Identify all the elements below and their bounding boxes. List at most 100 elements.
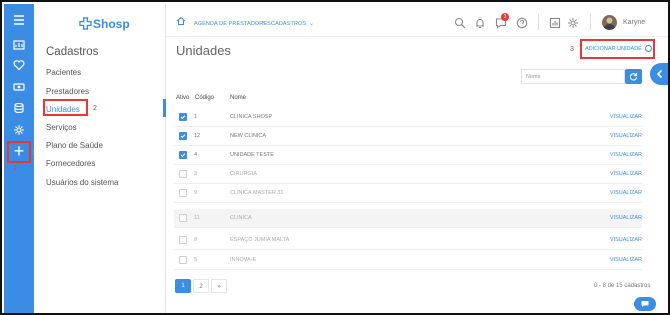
page-title: Unidades [176, 43, 231, 58]
home-icon[interactable] [176, 16, 186, 26]
menu-title: Cadastros [46, 46, 99, 58]
cell-code: 9 [194, 190, 198, 196]
table-row: 5 INNOVA-E Visualizar [174, 251, 642, 270]
view-link[interactable]: Visualizar [610, 133, 642, 139]
menu-item-servicos[interactable]: Serviços [46, 123, 77, 132]
view-link[interactable]: Visualizar [610, 114, 642, 120]
view-link[interactable]: Visualizar [610, 237, 642, 243]
table-row: 3 CIRURGIA Visualizar [174, 165, 642, 184]
cell-name: CIRURGIA [230, 171, 257, 177]
divider [538, 14, 539, 30]
table-row: 1 CLINICA SHOSP Visualizar [174, 108, 642, 127]
cell-code: 11 [194, 215, 200, 221]
menu-item-fornecedores[interactable]: Fornecedores [46, 159, 95, 168]
pagination-summary: 0 - 8 de 15 cadastros [594, 283, 651, 289]
active-checkbox[interactable] [179, 256, 187, 264]
cell-code: 4 [194, 152, 198, 158]
menu-icon[interactable] [9, 12, 29, 28]
page-button-2[interactable]: 2 [193, 279, 209, 293]
column-header-name[interactable]: Nome [230, 95, 246, 101]
view-link[interactable]: Visualizar [610, 171, 642, 177]
cell-code: 8 [194, 237, 198, 243]
refresh-icon [629, 72, 638, 81]
brand-logo[interactable]: Shosp [79, 17, 130, 31]
breadcrumb-separator: › [262, 20, 264, 26]
cell-name: ESPAÇO JUMIA MALTA [230, 237, 290, 243]
collapse-panel-button[interactable] [650, 63, 668, 85]
add-unit-button[interactable]: Adicionar unidade [585, 46, 642, 52]
cell-name: UNIDADE TESTE [230, 152, 274, 158]
check-icon [180, 115, 186, 120]
money-icon[interactable] [9, 79, 29, 95]
settings-icon[interactable] [9, 122, 29, 138]
notification-badge: 3 [501, 13, 509, 21]
chevron-left-icon [656, 69, 663, 79]
table-row: 9 CLINICA MASTER 31 Visualizar [174, 184, 642, 203]
active-indicator [163, 99, 166, 117]
cell-name: CLINICA MASTER 31 [230, 190, 284, 196]
page-button-1[interactable]: 1 [175, 279, 191, 293]
check-icon [180, 134, 186, 139]
breadcrumb-agenda[interactable]: Agenda de prestadores [194, 21, 271, 27]
divider [590, 14, 591, 30]
bell-icon[interactable] [474, 16, 486, 29]
view-link[interactable]: Visualizar [610, 190, 642, 196]
column-header-code[interactable]: Código [195, 95, 214, 101]
app-frame: + › 1 Shosp Cadastros Pacientes Prestado… [0, 0, 670, 315]
database-icon[interactable] [9, 100, 29, 116]
annotation-2: 2 [93, 105, 97, 112]
cell-name: CLINICA SHOSP [230, 114, 273, 120]
breadcrumb-cadastros[interactable]: Cadastros [271, 21, 306, 27]
menu-item-pacientes[interactable]: Pacientes [46, 68, 81, 77]
cell-name: INNOVA-E [230, 257, 257, 263]
cell-code: 12 [194, 133, 201, 139]
cell-name: NEW CLINICA [230, 133, 267, 139]
search-placeholder: Nome [526, 74, 541, 80]
column-header-active[interactable]: Ativo [176, 95, 189, 101]
active-checkbox[interactable] [179, 151, 187, 159]
table-row: 12 NEW CLINICA Visualizar [174, 127, 642, 146]
view-link[interactable]: Visualizar [610, 215, 642, 221]
cell-code: 5 [194, 257, 198, 263]
dashboard-icon[interactable] [9, 37, 29, 53]
table-row: 4 UNIDADE TESTE Visualizar [174, 146, 642, 165]
cell-code: 3 [194, 171, 198, 177]
page-next-button[interactable]: » [211, 279, 227, 293]
view-link[interactable]: Visualizar [610, 152, 642, 158]
sidebar-menu: Shosp Cadastros Pacientes Prestadores Un… [34, 4, 166, 313]
chat-bubble-icon [641, 301, 649, 307]
cell-name: CLINICA [230, 215, 252, 221]
view-link[interactable]: Visualizar [610, 257, 642, 263]
help-icon[interactable] [516, 16, 528, 29]
annotation-3: 3 [570, 46, 574, 53]
active-checkbox[interactable] [179, 132, 187, 140]
search-icon[interactable] [454, 16, 466, 29]
refresh-button[interactable] [625, 69, 642, 84]
menu-item-plano-de-saude[interactable]: Plano de Saúde [46, 141, 103, 150]
active-checkbox[interactable] [179, 214, 187, 222]
active-checkbox[interactable] [179, 113, 187, 121]
active-checkbox[interactable] [179, 170, 187, 178]
table-row: 8 ESPAÇO JUMIA MALTA Visualizar [174, 231, 642, 250]
cell-code: 1 [194, 114, 198, 120]
menu-item-prestadores[interactable]: Prestadores [46, 87, 89, 96]
annotation-1: 1 [13, 165, 17, 172]
chevron-down-icon[interactable]: ⌄ [309, 20, 314, 27]
chat-button[interactable] [634, 297, 656, 311]
top-bar: Agenda de prestadores › Cadastros ⌄ 3 Ka… [166, 4, 668, 37]
reports-icon[interactable] [549, 16, 561, 29]
annotation-box-unidades [43, 99, 88, 116]
menu-item-usuarios[interactable]: Usuários do sistema [46, 178, 118, 187]
user-name[interactable]: Karyne [623, 19, 645, 26]
plus-icon[interactable]: + [7, 141, 31, 163]
heart-icon[interactable] [9, 57, 29, 73]
table-row: 11 CLINICA Visualizar [174, 209, 642, 228]
active-checkbox[interactable] [179, 236, 187, 244]
brand-name: Shosp [93, 17, 130, 31]
check-icon [180, 153, 186, 158]
active-checkbox[interactable] [179, 189, 187, 197]
logo-cross-icon [79, 17, 92, 30]
gear-icon[interactable] [567, 16, 579, 28]
add-circle-icon[interactable] [645, 45, 652, 52]
avatar[interactable] [602, 15, 617, 30]
